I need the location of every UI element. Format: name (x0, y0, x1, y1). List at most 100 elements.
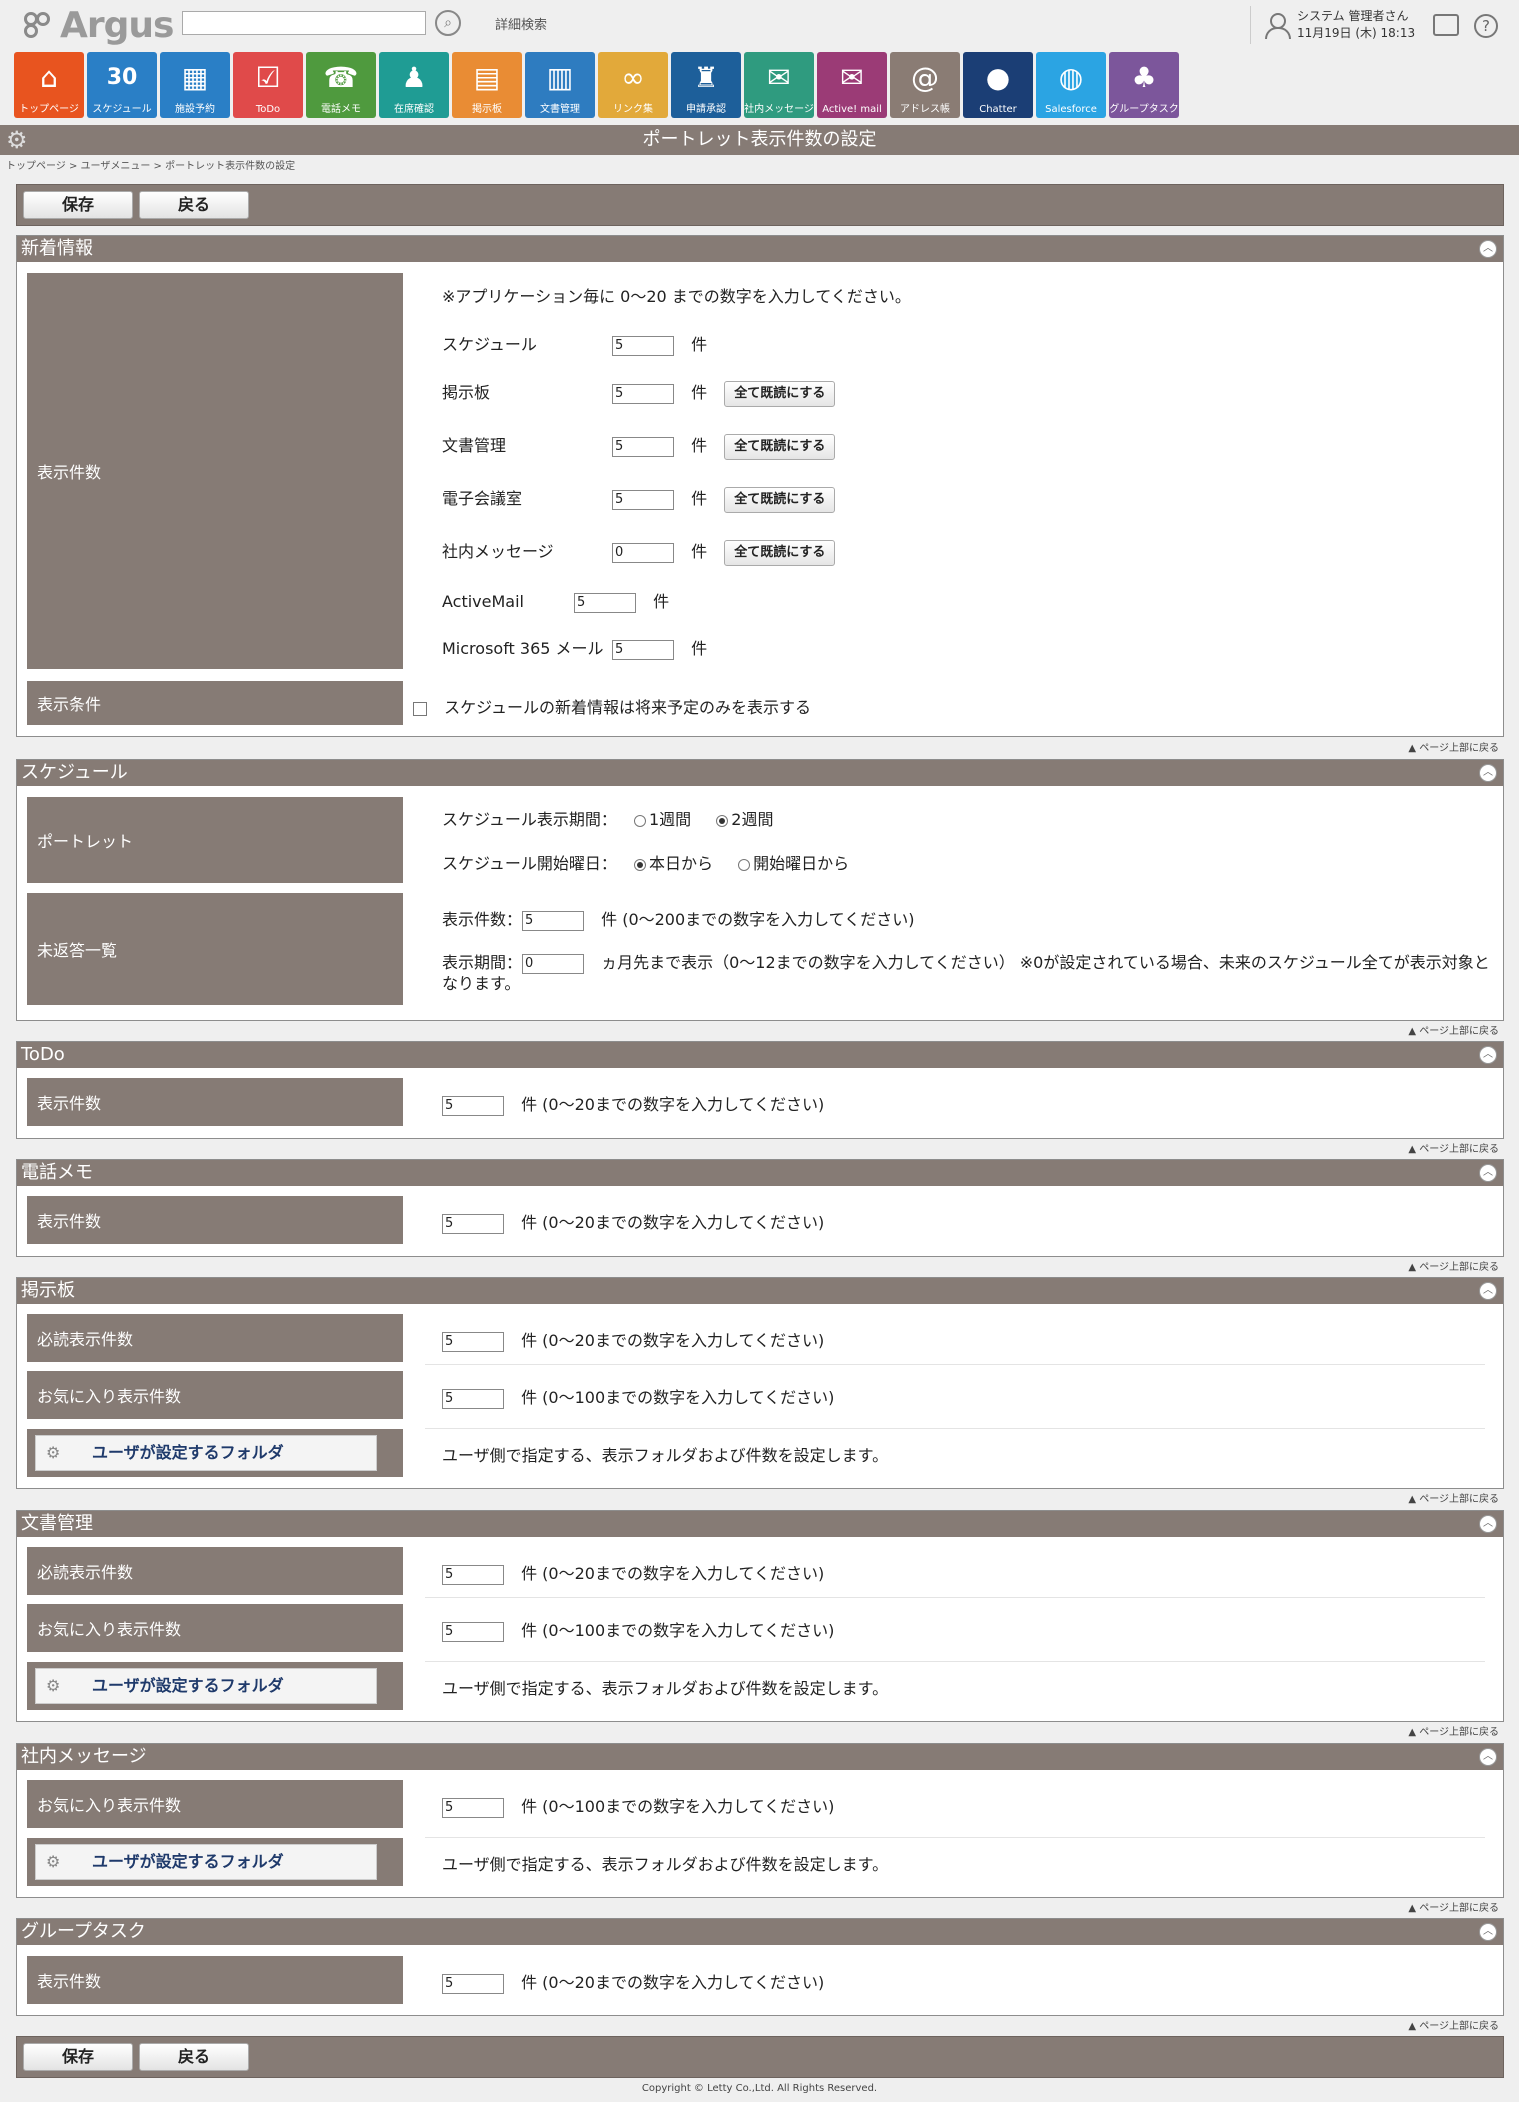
documents-count-input[interactable]: 5 (612, 436, 674, 457)
unanswered-count-input[interactable]: 5 (522, 910, 585, 931)
page-top-link[interactable]: ▲ ページ上部に戻る (1408, 2017, 1499, 2032)
phone-count-input[interactable]: 5 (442, 1213, 504, 1234)
argus-logo[interactable]: Argus (24, 4, 174, 46)
user-folder-cell: ⚙ ユーザが設定するフォルダ (27, 1429, 403, 1477)
collapse-icon[interactable]: ︿ (1479, 1923, 1497, 1941)
collapse-icon[interactable]: ︿ (1479, 1515, 1497, 1533)
app-tile[interactable]: ◍ Salesforce (1036, 52, 1106, 118)
bottom-button-bar: 保存 戻る (16, 2036, 1504, 2078)
app-tile[interactable]: ☎ 電話メモ (306, 52, 376, 118)
app-tile-label: 申請承認 (686, 104, 726, 115)
page-top-link[interactable]: ▲ ページ上部に戻る (1408, 1490, 1499, 1505)
label-favorite-count: お気に入り表示件数 (27, 1780, 403, 1828)
message-count-input[interactable]: 0 (612, 542, 674, 563)
schedule-count-input[interactable]: 5 (612, 335, 674, 356)
page-top-link[interactable]: ▲ ページ上部に戻る (1408, 739, 1499, 754)
top-button-bar: 保存 戻る (16, 184, 1504, 226)
chatter-icon: ● (985, 61, 1011, 94)
app-tile[interactable]: ♣ グループタスク (1109, 52, 1179, 118)
window-icon[interactable] (1433, 14, 1459, 36)
user-name: システム 管理者さん (1297, 9, 1409, 23)
save-button[interactable]: 保存 (23, 2043, 133, 2071)
future-only-option[interactable]: スケジュールの新着情報は将来予定のみを表示する (413, 694, 811, 718)
app-tile[interactable]: @ アドレス帳 (890, 52, 960, 118)
start-weekday-radio[interactable]: 開始曜日から (738, 854, 849, 873)
start-today-radio[interactable]: 本日から (633, 854, 713, 873)
todo-count-input[interactable]: 5 (442, 1095, 504, 1116)
app-tile[interactable]: ▤ 掲示板 (452, 52, 522, 118)
app-tile[interactable]: ✉ Active! mail (817, 52, 887, 118)
search-icon[interactable]: ⌕ (435, 10, 461, 36)
app-tile[interactable]: ♟ 在席確認 (379, 52, 449, 118)
app-tile-label: Active! mail (822, 104, 882, 115)
row-divider (425, 1837, 1485, 1838)
app-tile[interactable]: ✉ 社内メッセージ (744, 52, 814, 118)
message-icon: ✉ (767, 61, 791, 94)
back-button[interactable]: 戻る (139, 2043, 249, 2071)
mail-icon: ✉ (840, 61, 864, 94)
gear-icon[interactable]: ⚙ (6, 128, 32, 152)
advanced-search-link[interactable]: 詳細検索 (495, 14, 547, 33)
collapse-icon[interactable]: ︿ (1479, 764, 1497, 782)
phone-icon: ☎ (323, 61, 359, 94)
collapse-icon[interactable]: ︿ (1479, 1046, 1497, 1064)
label-favorite-count: お気に入り表示件数 (27, 1371, 403, 1419)
user-folder-button[interactable]: ⚙ ユーザが設定するフォルダ (35, 1844, 377, 1880)
user-folder-button[interactable]: ⚙ ユーザが設定するフォルダ (35, 1668, 377, 1704)
app-tile[interactable]: 30 スケジュール (87, 52, 157, 118)
schedule-period-row: スケジュール表示期間： 1週間 2週間 (442, 810, 774, 829)
collapse-icon[interactable]: ︿ (1479, 1164, 1497, 1182)
logo-text: Argus (60, 4, 174, 46)
board-mark-read-button[interactable]: 全て既読にする (724, 380, 836, 407)
help-icon[interactable]: ? (1474, 14, 1498, 38)
search-input[interactable] (182, 11, 426, 35)
new-info-row-conference: 電子会議室 5 件 全て既読にする (442, 485, 836, 513)
app-tile[interactable]: ● Chatter (963, 52, 1033, 118)
conference-count-input[interactable]: 5 (612, 489, 674, 510)
new-info-row-documents: 文書管理 5 件 全て既読にする (442, 432, 836, 460)
user-folder-button[interactable]: ⚙ ユーザが設定するフォルダ (35, 1435, 377, 1471)
page-top-link[interactable]: ▲ ページ上部に戻る (1408, 1723, 1499, 1738)
docs-favorite-input[interactable]: 5 (442, 1621, 504, 1642)
group-task-count-input[interactable]: 5 (442, 1973, 504, 1994)
period-1week-radio[interactable]: 1週間 (633, 810, 691, 829)
period-2week-radio[interactable]: 2週間 (716, 810, 773, 829)
page-top-link[interactable]: ▲ ページ上部に戻る (1408, 1899, 1499, 1914)
conference-mark-read-button[interactable]: 全て既読にする (724, 486, 836, 513)
user-icon (1263, 11, 1291, 39)
app-tile[interactable]: ▥ 文書管理 (525, 52, 595, 118)
section-new-info: 新着情報 ︿ 表示件数 ※アプリケーション毎に 0～20 までの数字を入力してく… (16, 235, 1504, 737)
save-button[interactable]: 保存 (23, 191, 133, 219)
board-required-input[interactable]: 5 (442, 1331, 504, 1352)
user-folder-cell: ⚙ ユーザが設定するフォルダ (27, 1662, 403, 1710)
label-favorite-count: お気に入り表示件数 (27, 1604, 403, 1652)
m365-count-input[interactable]: 5 (612, 639, 674, 660)
back-button[interactable]: 戻る (139, 191, 249, 219)
collapse-icon[interactable]: ︿ (1479, 1748, 1497, 1766)
collapse-icon[interactable]: ︿ (1479, 240, 1497, 258)
future-only-checkbox[interactable] (413, 701, 427, 716)
todo-icon: ☑ (255, 61, 281, 94)
app-tile[interactable]: ☑ ToDo (233, 52, 303, 118)
activemail-count-input[interactable]: 5 (574, 592, 636, 613)
section-group-task: グループタスク ︿ 表示件数 5 件 (0～20までの数字を入力してください) (16, 1918, 1504, 2016)
page-top-link[interactable]: ▲ ページ上部に戻る (1408, 1022, 1499, 1037)
row-divider (425, 1428, 1485, 1429)
app-tile[interactable]: ⌂ トップページ (14, 52, 84, 118)
board-favorite-input[interactable]: 5 (442, 1388, 504, 1409)
board-count-input[interactable]: 5 (612, 383, 674, 404)
collapse-icon[interactable]: ︿ (1479, 1282, 1497, 1300)
user-info[interactable]: システム 管理者さん 11月19日 (木) 18:13 (1250, 6, 1415, 44)
phone-count-row: 5 件 (0～20までの数字を入力してください) (442, 1209, 824, 1234)
page-top-link[interactable]: ▲ ページ上部に戻る (1408, 1258, 1499, 1273)
documents-mark-read-button[interactable]: 全て既読にする (724, 433, 836, 460)
breadcrumb[interactable]: トップページ > ユーザメニュー > ポートレット表示件数の設定 (6, 157, 295, 172)
message-mark-read-button[interactable]: 全て既読にする (724, 539, 836, 566)
docs-required-input[interactable]: 5 (442, 1564, 504, 1585)
app-tile[interactable]: ∞ リンク集 (598, 52, 668, 118)
unanswered-period-input[interactable]: 0 (522, 953, 585, 974)
page-top-link[interactable]: ▲ ページ上部に戻る (1408, 1140, 1499, 1155)
message-favorite-input[interactable]: 5 (442, 1797, 504, 1818)
app-tile[interactable]: ▦ 施設予約 (160, 52, 230, 118)
app-tile[interactable]: ♜ 申請承認 (671, 52, 741, 118)
